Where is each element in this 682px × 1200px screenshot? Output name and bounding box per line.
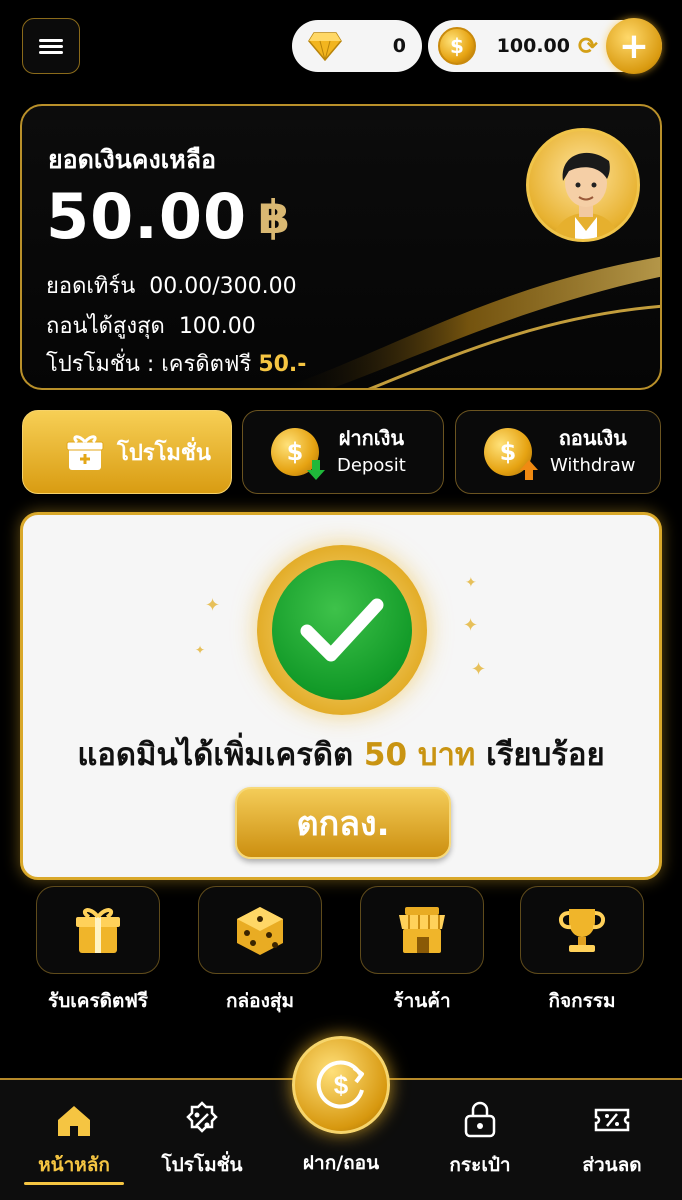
add-coins-button[interactable]: +: [606, 18, 662, 74]
wallet-lock-icon: [464, 1101, 496, 1138]
random-box-tile[interactable]: [198, 886, 322, 974]
activity-tile[interactable]: [520, 886, 644, 974]
active-tab-indicator: [24, 1182, 124, 1185]
message-amount: 50 บาท: [363, 737, 476, 773]
ok-button[interactable]: ตกลง.: [235, 787, 451, 859]
withdraw-label-th: ถอนเงิน: [558, 426, 627, 450]
baht-symbol: ฿: [258, 190, 291, 244]
max-withdraw-label: ถอนได้สูงสุด: [46, 314, 165, 339]
gem-balance-pill[interactable]: 0: [292, 20, 422, 72]
promo-label: โปรโมชั่น : เครดิตฟรี: [46, 352, 252, 377]
trophy-icon: [559, 909, 605, 952]
gift-icon: [76, 908, 120, 953]
nav-promotion-label: โปรโมชั่น: [161, 1154, 243, 1176]
gift-icon: [66, 435, 104, 470]
balance-amount: 50.00: [46, 180, 248, 253]
coin-balance-pill[interactable]: $ 100.00 ⟳ +: [428, 18, 662, 74]
shop-icon: [399, 907, 445, 953]
turnover-label: ยอดเทิร์น: [46, 274, 136, 299]
free-credit-tile[interactable]: [36, 886, 160, 974]
balance-title: ยอดเงินคงเหลือ: [48, 145, 217, 174]
sparkle-icon: ✦: [471, 659, 487, 680]
menu-button[interactable]: [22, 18, 80, 74]
shop-tile[interactable]: [360, 886, 484, 974]
exchange-coin-icon: $: [316, 1060, 364, 1109]
checkmark-icon: [300, 598, 384, 662]
promotion-label: โปรโมชั่น: [117, 440, 211, 466]
success-message: แอดมินได้เพิ่มเครดิต 50 บาท เรียบร้อย: [23, 729, 659, 779]
diamond-icon: [308, 32, 342, 61]
max-withdraw-row: ถอนได้สูงสุด 100.00: [46, 308, 256, 343]
coupon-icon: [594, 1108, 630, 1132]
deposit-button[interactable]: $ ฝากเงิน Deposit: [242, 410, 444, 494]
hamburger-menu-icon: [39, 36, 63, 57]
sparkle-icon: ✦: [195, 643, 206, 657]
free-credit-label: รับเครดิตฟรี: [47, 990, 148, 1012]
shop-label: ร้านค้า: [393, 990, 451, 1012]
nav-home-label: หน้าหลัก: [38, 1154, 110, 1176]
promo-row: โปรโมชั่น : เครดิตฟรี 50.-: [46, 346, 306, 381]
sparkle-icon: ✦: [463, 615, 479, 636]
avatar[interactable]: [526, 128, 640, 242]
nav-discount[interactable]: ส่วนลด: [552, 1100, 672, 1180]
nav-wallet[interactable]: กระเป๋า: [420, 1100, 540, 1180]
withdraw-label-en: Withdraw: [550, 455, 636, 476]
turnover-row: ยอดเทิร์น 00.00/300.00: [46, 268, 297, 303]
success-badge: [257, 545, 427, 715]
random-box-label: กล่องสุ่ม: [226, 990, 294, 1012]
refresh-icon[interactable]: ⟳: [578, 32, 598, 60]
message-suffix: เรียบร้อย: [486, 737, 605, 773]
max-withdraw-value: 100.00: [178, 314, 256, 339]
dice-icon: [237, 907, 283, 955]
nav-home[interactable]: หน้าหลัก: [14, 1100, 134, 1180]
promotion-button[interactable]: โปรโมชั่น: [22, 410, 232, 494]
deposit-label-en: Deposit: [337, 455, 406, 476]
withdraw-coin-icon: $: [484, 428, 538, 480]
deposit-withdraw-button[interactable]: $: [292, 1036, 390, 1134]
down-arrow-icon: [307, 460, 325, 480]
sparkle-icon: ✦: [205, 595, 221, 616]
coin-count: 100.00: [496, 35, 570, 57]
turnover-value: 00.00/300.00: [149, 274, 297, 299]
coin-icon: $: [438, 27, 476, 65]
nav-promotion[interactable]: โปรโมชั่น: [142, 1100, 262, 1180]
svg-text:$: $: [334, 1070, 349, 1100]
activity-label: กิจกรรม: [548, 990, 616, 1012]
nav-wallet-label: กระเป๋า: [449, 1154, 511, 1176]
percent-badge-icon: [186, 1101, 218, 1133]
deposit-coin-icon: $: [271, 428, 325, 480]
nav-discount-label: ส่วนลด: [582, 1154, 642, 1176]
home-icon: [58, 1106, 90, 1136]
sparkle-icon: ✦: [465, 575, 477, 591]
withdraw-button[interactable]: $ ถอนเงิน Withdraw: [455, 410, 661, 494]
nav-deposit-withdraw-label: ฝาก/ถอน: [302, 1152, 380, 1174]
message-text: แอดมินได้เพิ่มเครดิต: [77, 737, 354, 773]
plus-icon: +: [618, 25, 650, 67]
promo-value: 50.-: [258, 352, 307, 377]
balance-card: ยอดเงินคงเหลือ 50.00 ฿ ยอดเทิร์น 00.00/3…: [20, 104, 662, 390]
success-dialog: ✦ ✦ ✦ ✦ ✦ แอดมินได้เพิ่มเครดิต 50 บาท เร…: [20, 512, 662, 880]
deposit-label-th: ฝากเงิน: [338, 426, 405, 450]
up-arrow-icon: [520, 460, 538, 480]
gem-count: 0: [392, 35, 406, 57]
